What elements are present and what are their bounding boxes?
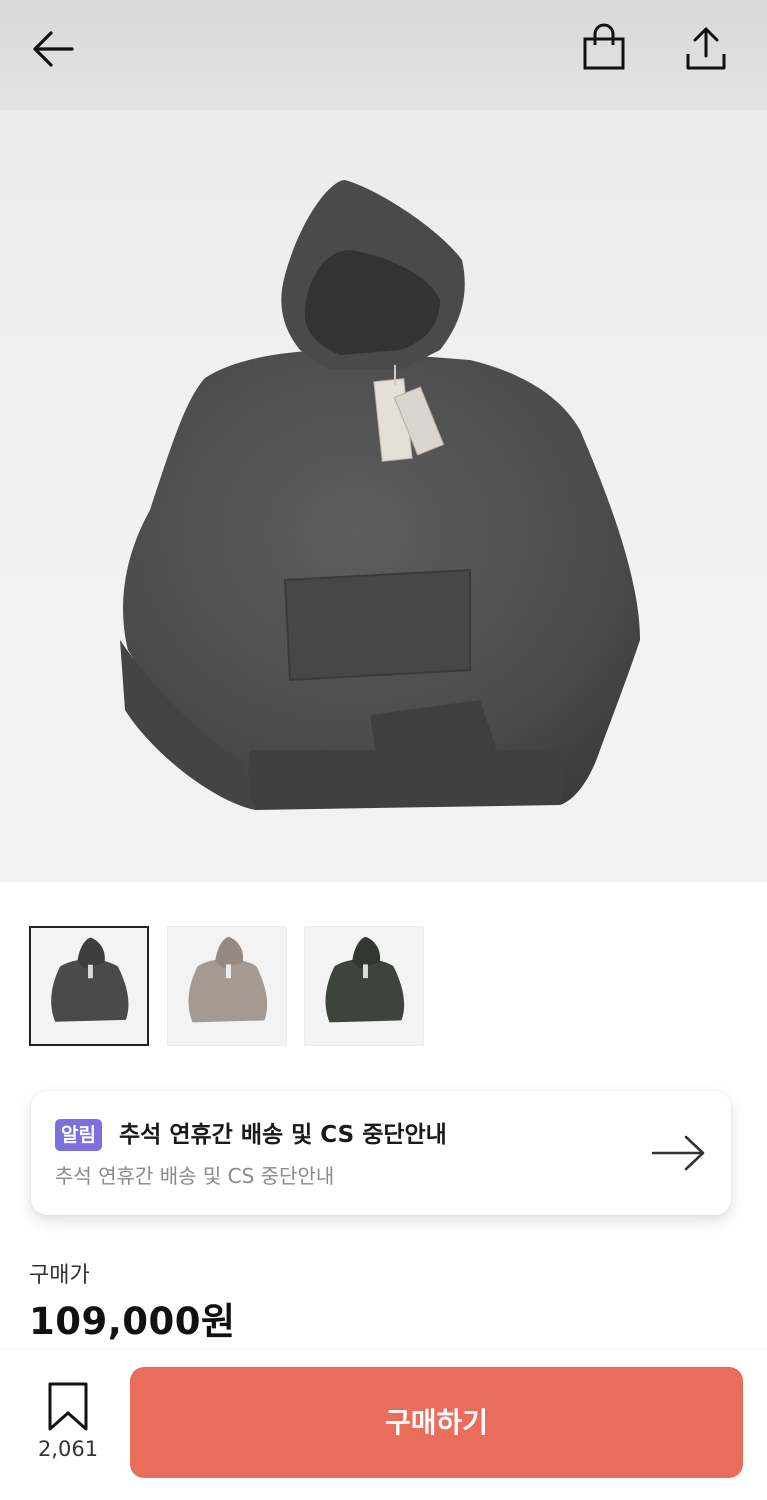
cart-button[interactable] xyxy=(574,20,634,80)
bookmark-count: 2,061 xyxy=(37,1437,99,1461)
share-icon xyxy=(686,27,726,70)
hoodie-olive-image xyxy=(325,936,405,1023)
price-label: 구매가 xyxy=(29,1263,90,1288)
back-button[interactable] xyxy=(24,20,84,80)
thumbnail-1[interactable] xyxy=(29,926,149,1046)
notice-title: 추석 연휴간 배송 및 CS 중단안내 xyxy=(119,1122,447,1148)
arrow-right-icon xyxy=(651,1135,705,1171)
notice-arrow[interactable] xyxy=(649,1129,709,1177)
hoodie-beige-image xyxy=(188,936,268,1023)
bottom-action-bar: 2,061 구매하기 xyxy=(0,1348,767,1500)
top-bar xyxy=(0,0,767,110)
product-page: 알림 추석 연휴간 배송 및 CS 중단안내 추석 연휴간 배송 및 CS 중단… xyxy=(0,0,767,1500)
buy-button[interactable]: 구매하기 xyxy=(130,1367,743,1478)
hoodie-charcoal-image xyxy=(51,937,129,1022)
notice-card[interactable]: 알림 추석 연휴간 배송 및 CS 중단안내 추석 연휴간 배송 및 CS 중단… xyxy=(31,1091,731,1215)
hoodie-illustration xyxy=(120,180,641,810)
arrow-left-icon xyxy=(33,31,74,67)
thumbnail-3[interactable] xyxy=(304,926,424,1046)
bookmark-button[interactable]: 2,061 xyxy=(28,1379,108,1475)
thumbnail-2[interactable] xyxy=(167,926,287,1046)
notice-subtitle: 추석 연휴간 배송 및 CS 중단안내 xyxy=(55,1164,335,1188)
bookmark-icon xyxy=(48,1382,88,1431)
share-button[interactable] xyxy=(676,20,736,80)
product-image[interactable] xyxy=(0,110,767,882)
shopping-bag-icon xyxy=(583,23,625,70)
price-value: 109,000원 xyxy=(29,1300,236,1343)
notice-badge: 알림 xyxy=(55,1119,102,1151)
